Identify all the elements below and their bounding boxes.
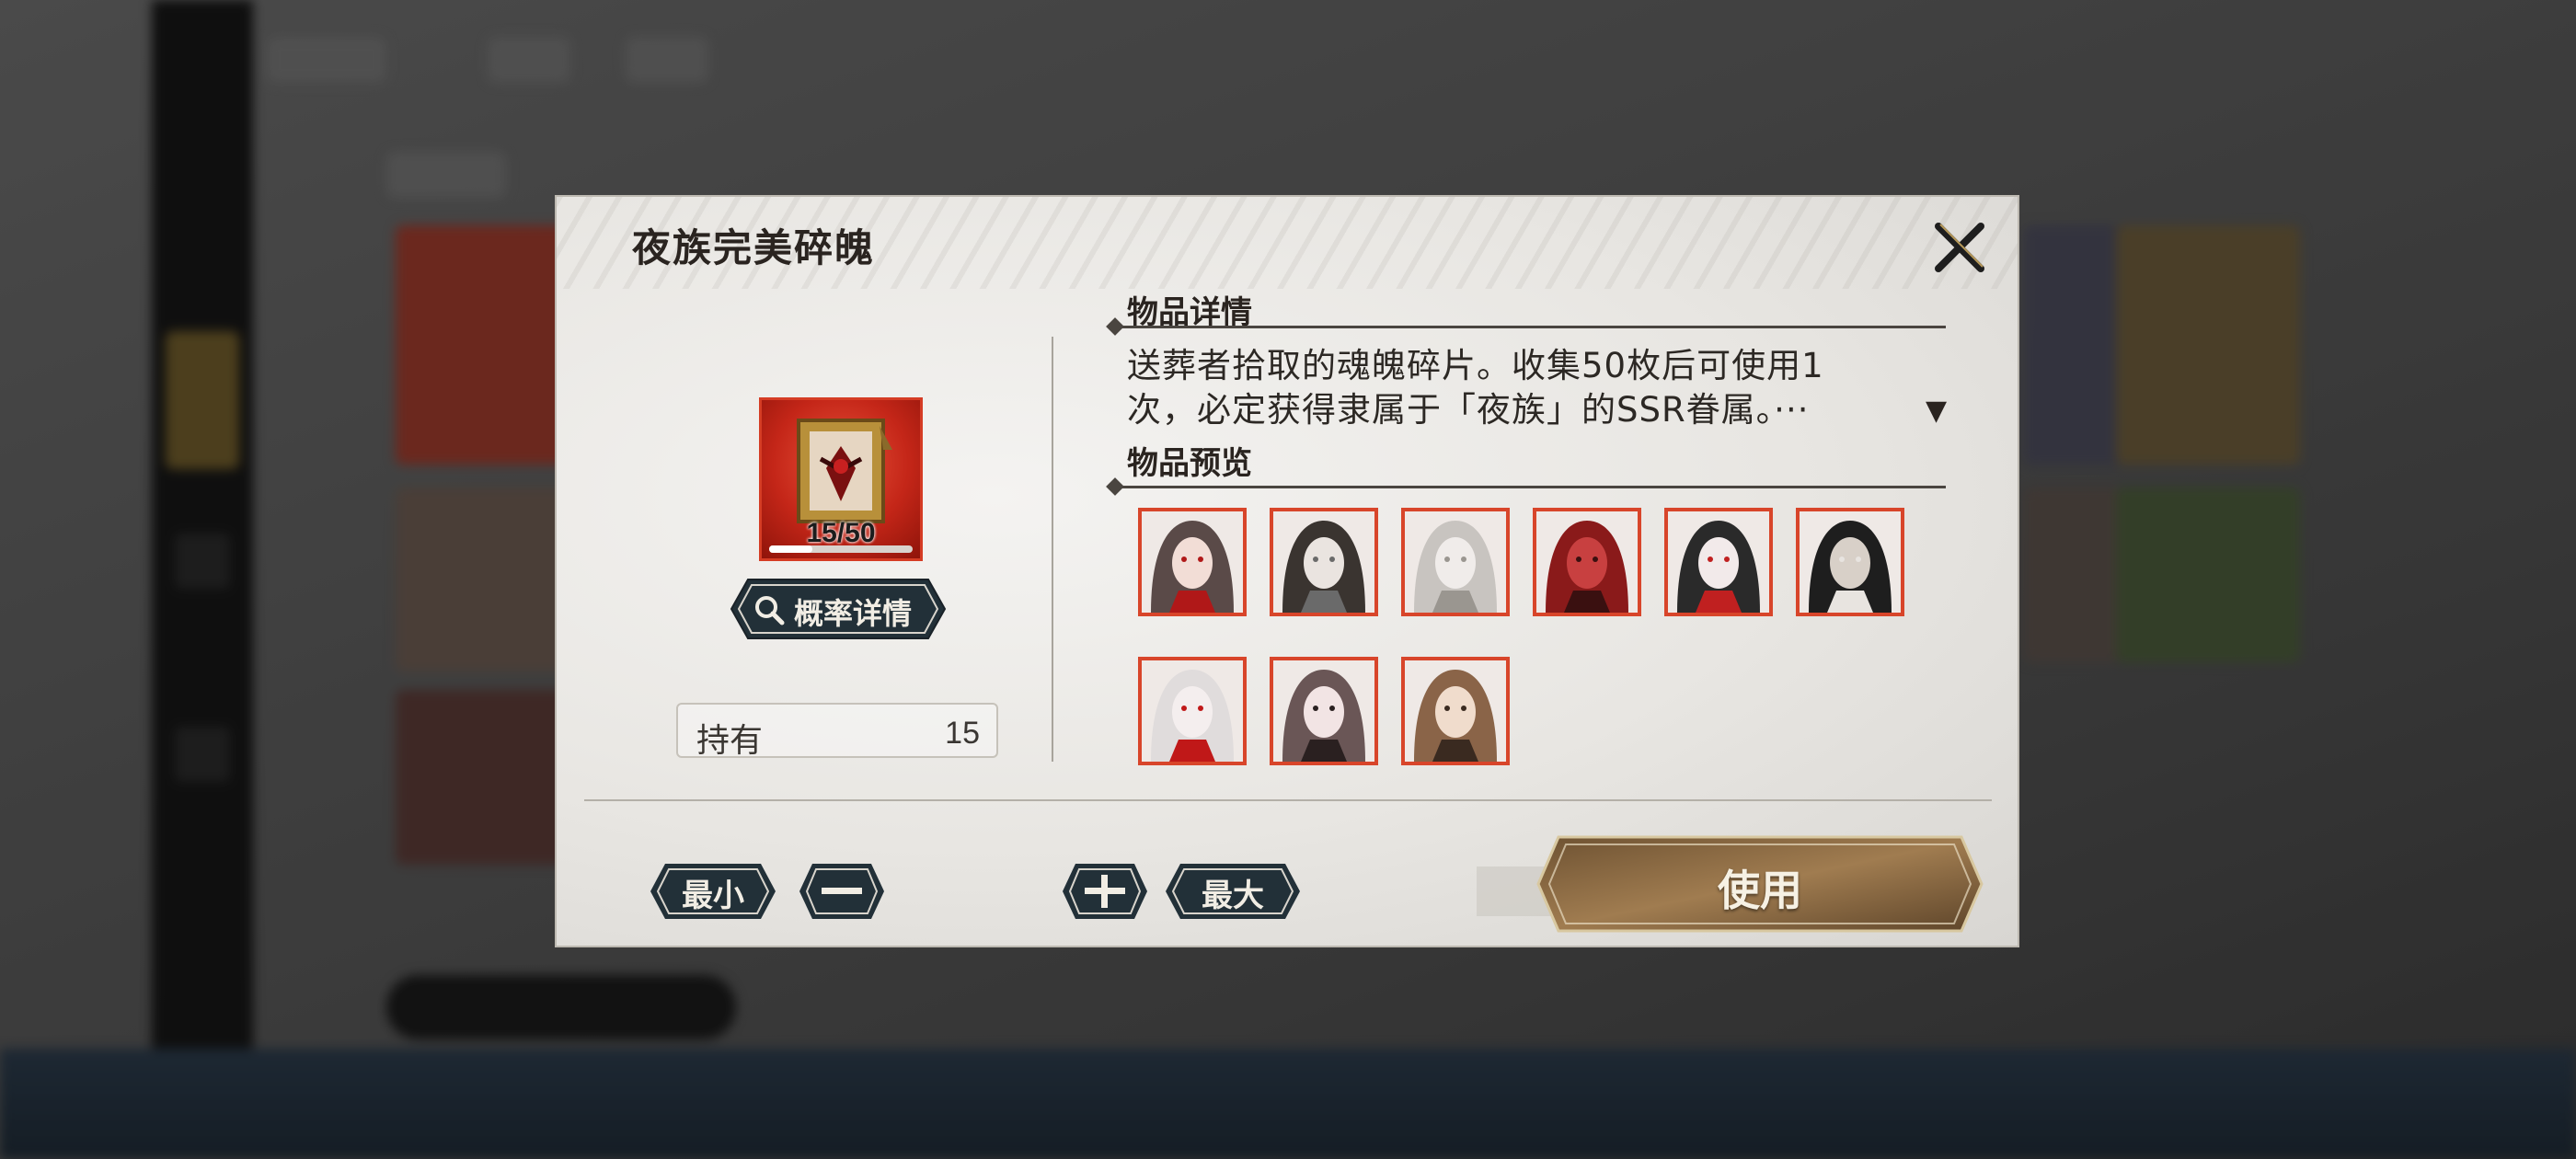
item-count: 15/50 [806, 518, 876, 548]
character-portrait[interactable] [1138, 657, 1247, 765]
search-icon [755, 596, 785, 625]
item-dialog: 夜族完美碎魄 15/50 概率详情 持有 15 物品详情 送葬者拾取的魂魄碎片。… [555, 195, 2019, 947]
plus-icon [1063, 864, 1147, 919]
character-portrait-image [1273, 511, 1374, 613]
increase-button[interactable] [1061, 861, 1149, 922]
holdings-display: 持有 15 [676, 703, 998, 760]
character-portrait[interactable] [1270, 508, 1378, 616]
character-portrait[interactable] [1664, 508, 1773, 616]
character-portrait-image [1142, 511, 1243, 613]
column-divider [1052, 337, 1053, 762]
character-portrait-image [1405, 660, 1506, 762]
use-button[interactable]: 使用 [1535, 832, 1985, 936]
character-portrait[interactable] [1796, 508, 1904, 616]
probability-details-label: 概率详情 [794, 596, 913, 631]
character-portrait-image [1405, 511, 1506, 613]
preview-grid [1138, 508, 1929, 784]
preview-section-rule [1109, 486, 1946, 488]
preview-section-title: 物品预览 [1127, 445, 1252, 482]
close-icon [1935, 223, 1984, 272]
holdings-value: 15 [945, 716, 980, 751]
footer-divider [584, 799, 1992, 801]
character-portrait-image [1273, 660, 1374, 762]
caret-down-icon[interactable]: ▼ [1926, 395, 1947, 427]
item-description: 送葬者拾取的魂魄碎片。收集50枚后可使用1次，必定获得隶属于「夜族」的SSR眷属… [1127, 346, 1824, 430]
character-portrait-image [1536, 511, 1638, 613]
item-icon-frame: 15/50 [759, 397, 923, 561]
soul-fragment-icon [797, 419, 892, 523]
rule-ornament [1106, 317, 1124, 336]
min-quantity-label: 最小 [682, 878, 744, 914]
min-quantity-button[interactable]: 最小 [649, 861, 777, 922]
decrease-button[interactable] [798, 861, 886, 922]
minus-icon [799, 864, 884, 919]
use-button-label: 使用 [1718, 866, 1802, 915]
character-portrait[interactable] [1401, 508, 1510, 616]
probability-details-button[interactable]: 概率详情 [730, 576, 947, 642]
dialog-title: 夜族完美碎魄 [632, 225, 876, 270]
character-portrait[interactable] [1401, 657, 1510, 765]
character-portrait-image [1800, 511, 1901, 613]
character-portrait[interactable] [1138, 508, 1247, 616]
character-portrait[interactable] [1270, 657, 1378, 765]
max-quantity-label: 最大 [1202, 878, 1264, 914]
holdings-label: 持有 [696, 722, 764, 760]
character-portrait[interactable] [1533, 508, 1641, 616]
character-portrait-image [1142, 660, 1243, 762]
rule-ornament [1106, 477, 1124, 496]
details-section-rule [1109, 326, 1946, 328]
close-button[interactable] [1927, 215, 1992, 280]
character-portrait-image [1668, 511, 1769, 613]
max-quantity-button[interactable]: 最大 [1164, 861, 1302, 922]
